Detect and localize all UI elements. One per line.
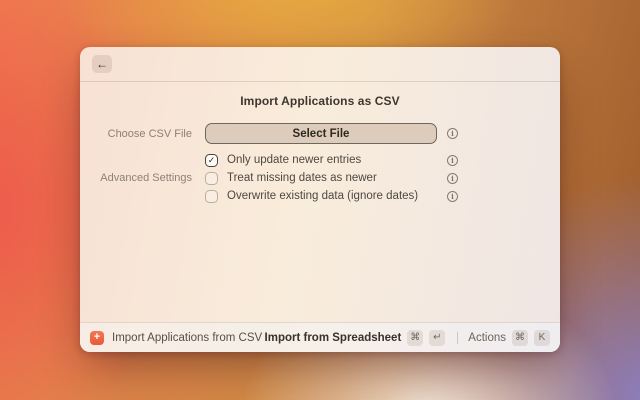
checkbox-row-only-update-newer: ✓ Only update newer entries i <box>205 151 458 169</box>
checkbox-label: Only update newer entries <box>227 154 362 166</box>
select-file-button[interactable]: Select File <box>205 123 437 144</box>
command-key-icon: ⌘ <box>407 329 424 346</box>
choose-csv-file-row: Choose CSV File Select File i <box>80 123 560 144</box>
shortcut-area: Import from Spreadsheet ⌘ ↵ Actions ⌘ K <box>265 329 550 346</box>
return-key-icon: ↵ <box>429 329 446 346</box>
form-content: Import Applications as CSV Choose CSV Fi… <box>80 82 560 322</box>
checkbox-wrap: Overwrite existing data (ignore dates) <box>205 189 437 203</box>
info-glyph: i <box>451 155 454 165</box>
advanced-settings-label: Advanced Settings <box>100 172 192 184</box>
k-key-icon: K <box>534 329 550 346</box>
choose-csv-file-label: Choose CSV File <box>107 127 192 140</box>
checkbox-column: ✓ Only update newer entries i Treat miss… <box>205 151 458 205</box>
actions-menu-button[interactable]: Actions <box>468 332 506 344</box>
checkbox-label: Overwrite existing data (ignore dates) <box>227 190 419 202</box>
info-icon[interactable]: i <box>447 128 458 139</box>
checkmark-icon: ✓ <box>207 154 216 165</box>
back-button[interactable]: ← <box>92 55 112 73</box>
info-glyph: i <box>451 129 454 138</box>
checkbox-wrap: ✓ Only update newer entries <box>205 153 437 167</box>
command-name: Import Applications from CSV <box>112 331 263 344</box>
checkbox-treat-missing-dates[interactable] <box>205 171 218 185</box>
info-icon[interactable]: i <box>447 190 458 202</box>
checkbox-row-overwrite-existing: Overwrite existing data (ignore dates) i <box>205 187 458 205</box>
checkbox-label: Treat missing dates as newer <box>227 172 377 184</box>
checkbox-overwrite-existing[interactable] <box>205 189 218 203</box>
back-arrow-icon: ← <box>96 57 108 71</box>
primary-action-button[interactable]: Import from Spreadsheet <box>265 332 402 344</box>
footer-divider <box>457 331 459 344</box>
checkbox-wrap: Treat missing dates as newer <box>205 171 437 185</box>
info-icon[interactable]: i <box>447 172 458 184</box>
action-bar: + Import Applications from CSV Import fr… <box>80 322 560 352</box>
import-form: Choose CSV File Select File i Advanced S… <box>80 123 560 205</box>
desktop-background: ← Import Applications as CSV Choose CSV … <box>0 0 640 400</box>
advanced-settings-group: Advanced Settings ✓ Only update newer en… <box>80 151 560 205</box>
info-icon[interactable]: i <box>447 154 458 166</box>
info-glyph: i <box>451 191 454 201</box>
info-glyph: i <box>451 173 454 183</box>
import-csv-window: ← Import Applications as CSV Choose CSV … <box>80 47 560 352</box>
command-key-icon: ⌘ <box>512 329 528 346</box>
window-header: ← <box>80 47 560 82</box>
extension-plus-icon: + <box>90 330 104 345</box>
page-title: Import Applications as CSV <box>240 94 400 108</box>
checkbox-only-update-newer[interactable]: ✓ <box>205 153 218 167</box>
checkbox-row-treat-missing-dates: Treat missing dates as newer i <box>205 169 458 187</box>
